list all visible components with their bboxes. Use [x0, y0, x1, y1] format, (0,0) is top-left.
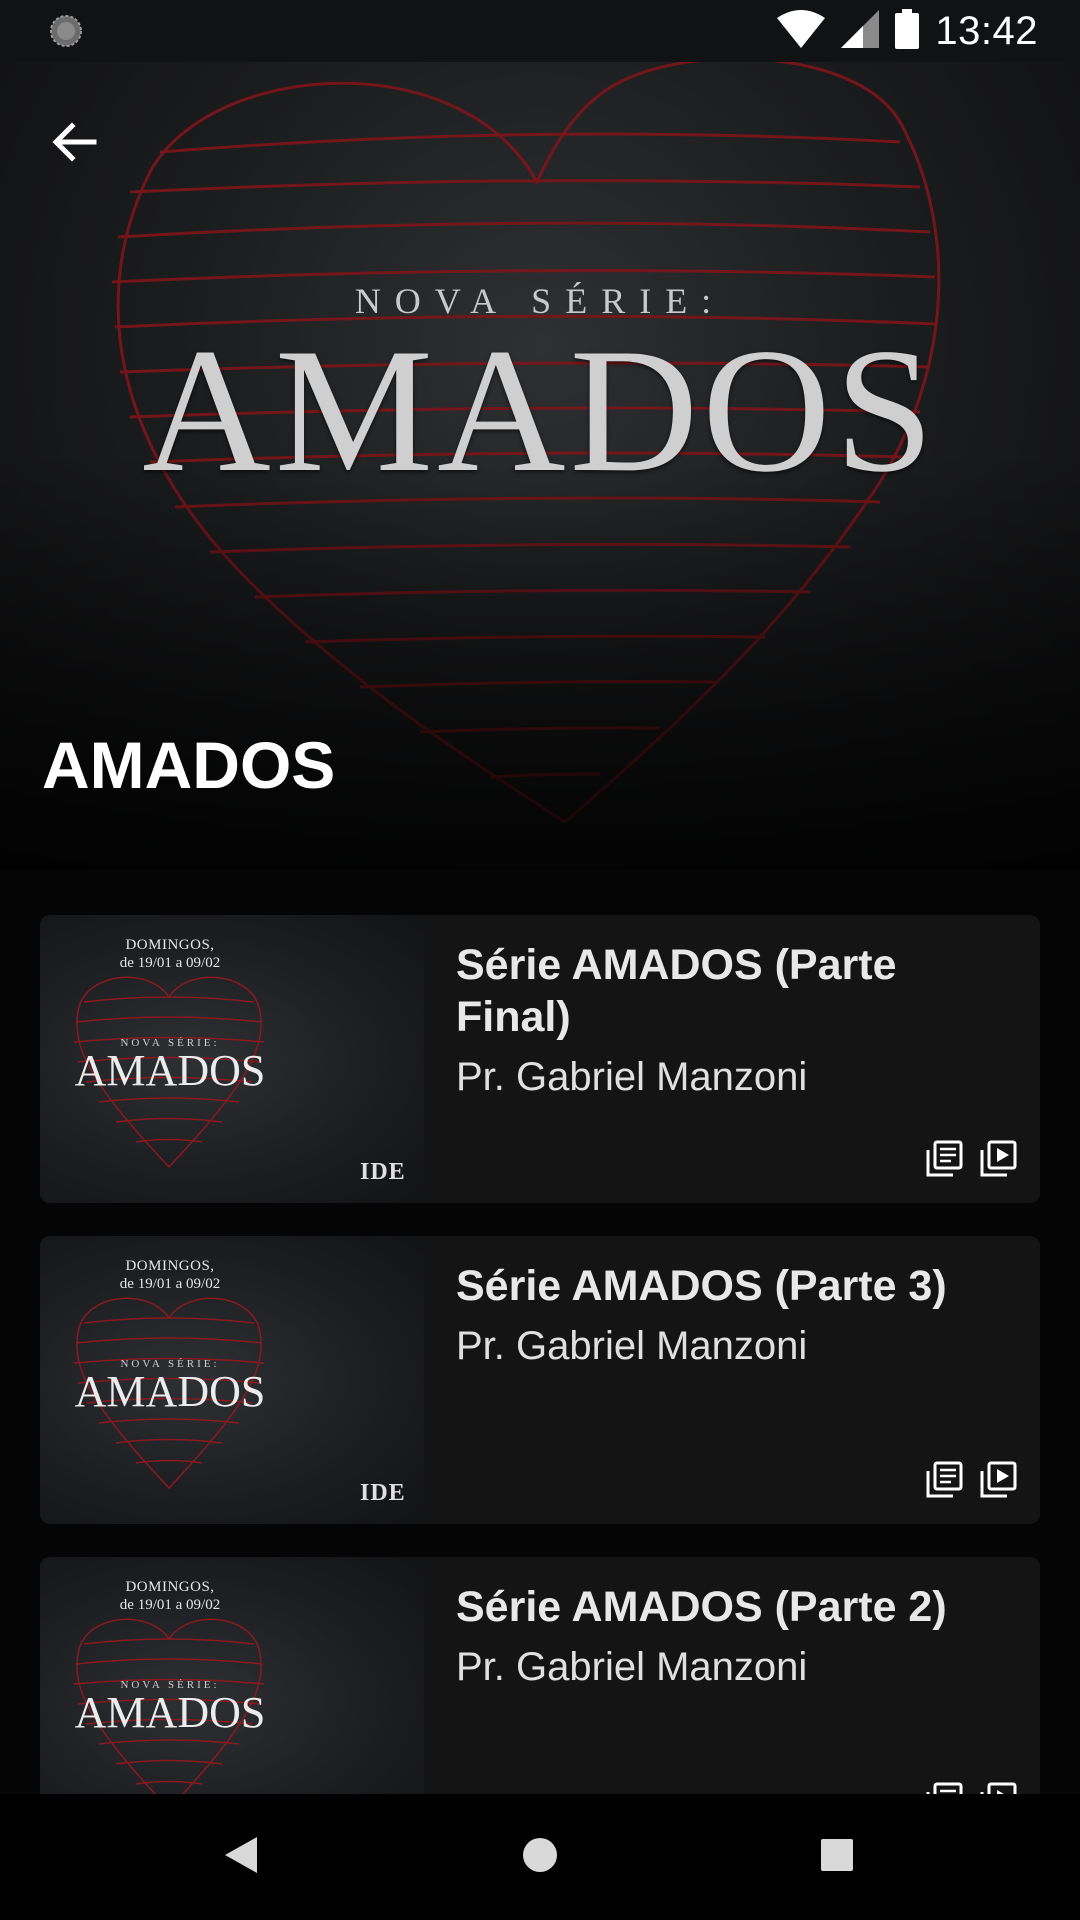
hero-art-title: AMADOS — [142, 311, 938, 509]
episode-thumbnail: DOMINGOS, de 19/01 a 09/02 NOVA SÉRIE: A… — [40, 1557, 424, 1794]
video-play-icon — [979, 1461, 1017, 1504]
episode-thumbnail: DOMINGOS, de 19/01 a 09/02 NOVA SÉRIE: A… — [40, 915, 424, 1203]
notes-button[interactable] — [924, 1461, 964, 1504]
thumbnail-date-line1: DOMINGOS, — [125, 1258, 215, 1274]
video-play-button[interactable] — [978, 1140, 1018, 1183]
notes-button[interactable] — [924, 1782, 964, 1794]
wifi-icon — [777, 9, 826, 53]
sync-spinner-icon — [48, 13, 84, 49]
cell-signal-icon — [841, 9, 880, 53]
episode-title: Série AMADOS (Parte 2) — [456, 1583, 947, 1631]
system-nav-bar — [0, 1794, 1080, 1920]
episode-title: Série AMADOS (Parte 3) — [456, 1262, 947, 1310]
episode-author: Pr. Gabriel Manzoni — [456, 1645, 808, 1689]
status-icons: 13:42 — [777, 0, 1038, 62]
notes-icon — [925, 1461, 963, 1504]
thumbnail-logo: IDE — [360, 1159, 406, 1185]
nav-recents-icon — [820, 1838, 854, 1877]
card-actions — [924, 1782, 1018, 1794]
nav-home-button[interactable] — [505, 1822, 575, 1892]
card-actions — [924, 1140, 1018, 1183]
nav-home-icon — [521, 1836, 559, 1879]
notes-icon — [925, 1140, 963, 1183]
battery-icon — [895, 8, 920, 54]
video-play-button[interactable] — [978, 1461, 1018, 1504]
episode-title: Série AMADOS (Parte Final) — [456, 941, 897, 1041]
thumbnail-date-line2: de 19/01 a 09/02 — [119, 1276, 221, 1292]
thumbnail-title: AMADOS — [74, 1688, 266, 1737]
status-bar: 13:42 — [0, 0, 1080, 62]
page-title: AMADOS — [42, 728, 336, 802]
list-item[interactable]: DOMINGOS, de 19/01 a 09/02 NOVA SÉRIE: A… — [40, 915, 1040, 1203]
status-time: 13:42 — [935, 8, 1038, 53]
thumbnail-date-line2: de 19/01 a 09/02 — [119, 955, 221, 971]
episode-author: Pr. Gabriel Manzoni — [456, 1324, 808, 1368]
thumbnail-date-line2: de 19/01 a 09/02 — [119, 1597, 221, 1613]
card-actions — [924, 1461, 1018, 1504]
thumbnail-date-line1: DOMINGOS, — [125, 937, 215, 953]
nav-back-button[interactable] — [206, 1822, 276, 1892]
episode-author: Pr. Gabriel Manzoni — [456, 1055, 808, 1099]
list-item[interactable]: DOMINGOS, de 19/01 a 09/02 NOVA SÉRIE: A… — [40, 1236, 1040, 1524]
arrow-left-icon — [50, 118, 98, 171]
hero-banner: NOVA SÉRIE: AMADOS AMADOS — [0, 62, 1080, 870]
thumbnail-title: AMADOS — [74, 1046, 266, 1095]
hero-gradient — [0, 450, 1080, 870]
episode-thumbnail: DOMINGOS, de 19/01 a 09/02 NOVA SÉRIE: A… — [40, 1236, 424, 1524]
nav-recents-button[interactable] — [802, 1822, 872, 1892]
list-item[interactable]: DOMINGOS, de 19/01 a 09/02 NOVA SÉRIE: A… — [40, 1557, 1040, 1794]
thumbnail-title: AMADOS — [74, 1367, 266, 1416]
notes-icon — [925, 1782, 963, 1794]
video-play-button[interactable] — [978, 1782, 1018, 1794]
thumbnail-logo: IDE — [360, 1480, 406, 1506]
video-play-icon — [979, 1782, 1017, 1794]
episode-list[interactable]: DOMINGOS, de 19/01 a 09/02 NOVA SÉRIE: A… — [0, 870, 1080, 1794]
notes-button[interactable] — [924, 1140, 964, 1183]
video-play-icon — [979, 1140, 1017, 1183]
nav-back-icon — [223, 1835, 259, 1880]
back-button[interactable] — [38, 108, 110, 180]
app-screen: 13:42 NOVA SÉRIE: AMADOS AMADOS DOMINGOS… — [0, 0, 1080, 1920]
thumbnail-date-line1: DOMINGOS, — [125, 1579, 215, 1595]
